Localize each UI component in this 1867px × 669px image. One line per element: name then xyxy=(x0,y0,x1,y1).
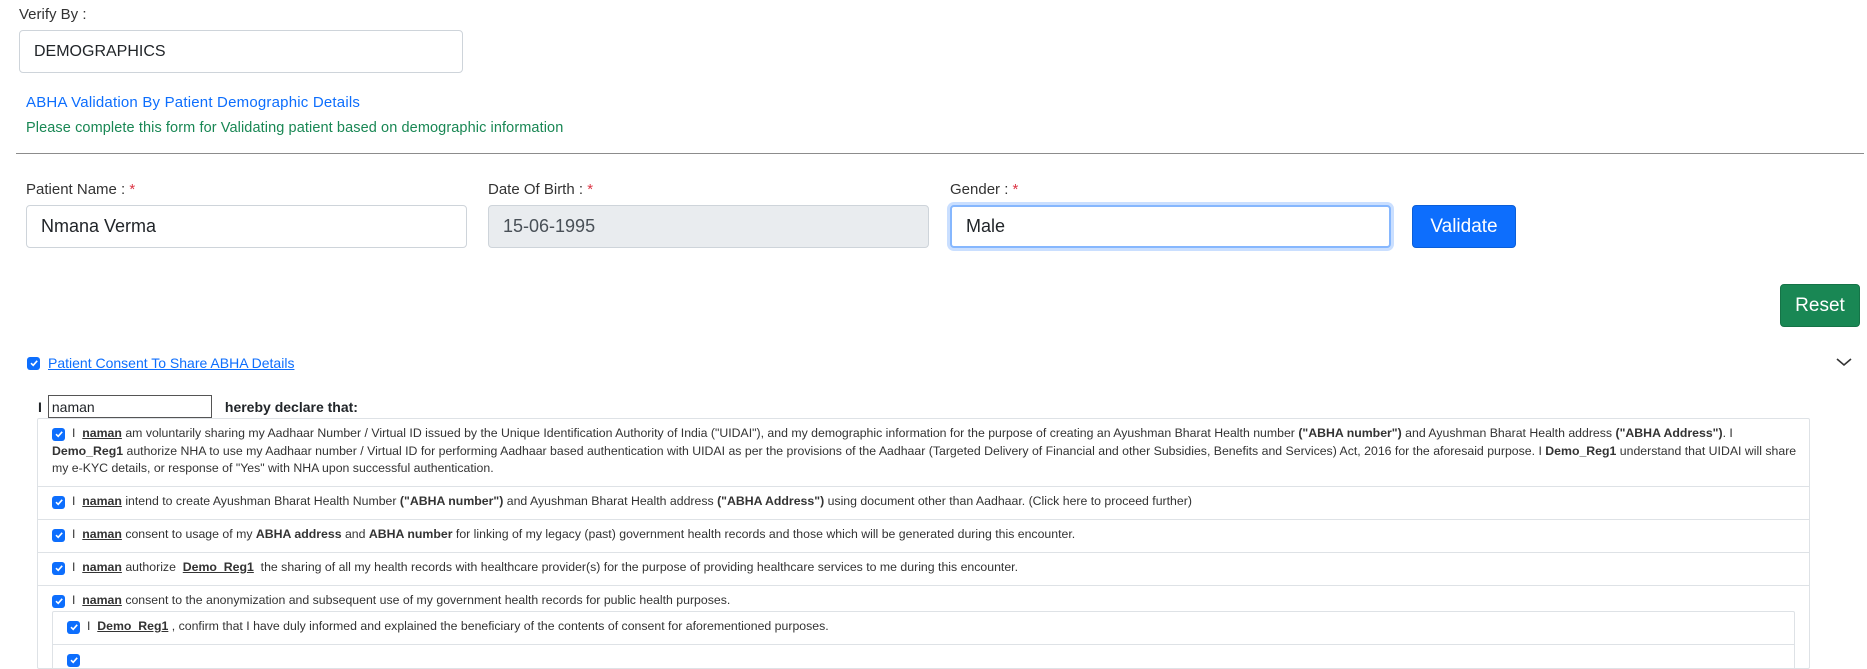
checkbox-checked-icon xyxy=(54,499,63,506)
section-divider xyxy=(16,153,1864,154)
declare-prefix: I xyxy=(38,398,42,415)
consent-item-checkbox[interactable] xyxy=(52,528,65,542)
consent-item-sharing: I naman authorize Demo_Reg1 the sharing … xyxy=(38,553,1809,586)
checkbox-checked-icon xyxy=(54,565,63,572)
consent-sub-checkbox[interactable] xyxy=(67,620,80,634)
patient-name-label: Patient Name : * xyxy=(26,181,136,198)
consent-sub-checkbox[interactable] xyxy=(67,653,80,667)
patient-name-value: Nmana Verma xyxy=(41,216,157,236)
checkbox-checked-icon xyxy=(54,431,63,438)
consent-header: Patient Consent To Share ABHA Details xyxy=(27,355,294,371)
consent-checkbox[interactable] xyxy=(27,356,40,370)
consent-sub-item-confirm: I Demo_Reg1 , confirm that I have duly i… xyxy=(53,612,1794,645)
checkbox-checked-icon xyxy=(29,360,38,367)
section-title: ABHA Validation By Patient Demographic D… xyxy=(26,94,361,111)
chevron-down-icon[interactable] xyxy=(1834,352,1854,372)
checkbox-checked-icon xyxy=(69,657,78,664)
declare-name-input[interactable]: naman xyxy=(47,395,212,418)
consent-item-other-document: I naman intend to create Ayushman Bharat… xyxy=(38,487,1809,520)
dob-label: Date Of Birth : * xyxy=(488,181,594,198)
consent-sub-box: I Demo_Reg1 , confirm that I have duly i… xyxy=(52,611,1795,668)
consent-item-checkbox[interactable] xyxy=(52,427,65,441)
provider-name: Demo_Reg1 xyxy=(182,560,254,574)
gender-value: Male xyxy=(966,216,1006,236)
consent-item-anonymization: I naman consent to the anonymization and… xyxy=(38,586,1809,668)
consent-name: naman xyxy=(82,494,122,508)
reset-button[interactable]: Reset xyxy=(1780,284,1860,327)
verify-by-value: DEMOGRAPHICS xyxy=(34,42,166,60)
consent-item-checkbox[interactable] xyxy=(52,594,65,608)
consent-name: naman xyxy=(82,527,122,541)
section-subtitle: Please complete this form for Validating… xyxy=(26,120,564,136)
consent-name: naman xyxy=(82,593,122,607)
consent-list: I naman am voluntarily sharing my Aadhaa… xyxy=(37,418,1810,669)
declaration-line: I naman hereby declare that: xyxy=(38,395,358,418)
verify-by-select[interactable]: DEMOGRAPHICS xyxy=(19,30,463,73)
consent-header-link[interactable]: Patient Consent To Share ABHA Details xyxy=(48,355,294,371)
validate-button[interactable]: Validate xyxy=(1412,205,1516,248)
gender-label: Gender : * xyxy=(950,181,1019,198)
checkbox-checked-icon xyxy=(69,624,78,631)
consent-sub-item-next xyxy=(53,645,1794,668)
consent-item-checkbox[interactable] xyxy=(52,495,65,509)
provider-name: Demo_Reg1 xyxy=(97,619,169,633)
checkbox-checked-icon xyxy=(54,598,63,605)
consent-name: naman xyxy=(82,426,122,440)
consent-item-linking: I naman consent to usage of my ABHA addr… xyxy=(38,520,1809,553)
consent-item-checkbox[interactable] xyxy=(52,561,65,575)
verify-by-label: Verify By : xyxy=(19,6,87,23)
declare-suffix: hereby declare that: xyxy=(224,398,358,415)
checkbox-checked-icon xyxy=(54,532,63,539)
dob-value: 15-06-1995 xyxy=(503,216,596,236)
gender-input[interactable]: Male xyxy=(950,205,1391,248)
dob-input[interactable]: 15-06-1995 xyxy=(488,205,929,248)
consent-name: naman xyxy=(82,560,122,574)
consent-item-aadhaar: I naman am voluntarily sharing my Aadhaa… xyxy=(38,419,1809,487)
patient-name-input[interactable]: Nmana Verma xyxy=(26,205,467,248)
